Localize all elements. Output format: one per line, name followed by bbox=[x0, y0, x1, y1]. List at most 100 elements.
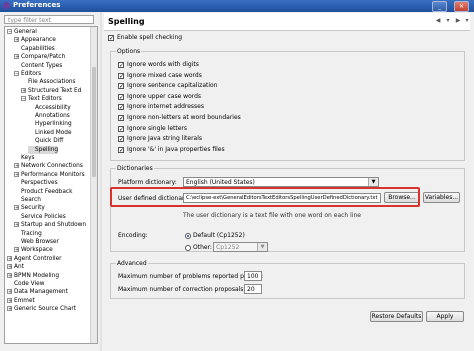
max-proposals-input[interactable]: 20 bbox=[244, 284, 262, 294]
minimize-button[interactable]: _ bbox=[432, 1, 447, 12]
tree-item[interactable]: Accessibility bbox=[28, 104, 71, 112]
tree-item-label: Generic Source Chart bbox=[14, 306, 77, 313]
tree-item[interactable]: Tracing bbox=[14, 230, 42, 238]
option-checkbox[interactable]: ✓ bbox=[118, 146, 124, 153]
tree-item-label: Agent Controller bbox=[14, 255, 62, 262]
option-checkbox[interactable]: ✓ bbox=[118, 93, 124, 100]
tree-scrollbar[interactable] bbox=[90, 27, 97, 343]
tree-item[interactable]: Keys bbox=[14, 154, 35, 162]
option-label: Ignore internet addresses bbox=[127, 103, 205, 111]
option-checkbox[interactable]: ✓ bbox=[118, 115, 124, 122]
back-arrow-icon[interactable]: ◀ bbox=[434, 17, 442, 25]
expand-icon[interactable]: + bbox=[7, 297, 12, 303]
tree-item[interactable]: + Network Connections bbox=[14, 162, 83, 170]
expand-icon[interactable]: + bbox=[14, 171, 19, 177]
tree-item[interactable]: − Editors bbox=[14, 70, 41, 78]
tree-item[interactable]: Service Policies bbox=[14, 213, 66, 221]
option-label: Ignore words with digits bbox=[127, 61, 199, 68]
tree-item[interactable]: + Appearance bbox=[14, 36, 56, 44]
max-proposals-label: Maximum number of correction proposals: bbox=[118, 286, 246, 293]
other-encoding-radio[interactable] bbox=[185, 245, 191, 251]
tree-item-label: Workspace bbox=[21, 247, 53, 254]
default-encoding-radio[interactable] bbox=[185, 233, 191, 239]
expand-icon[interactable]: + bbox=[14, 247, 19, 253]
tree-item-label: Product Feedback bbox=[21, 188, 73, 195]
tree-item[interactable]: + Workspace bbox=[14, 246, 53, 254]
splitter-sash[interactable] bbox=[100, 12, 102, 351]
tree-item[interactable]: Capabilities bbox=[14, 45, 55, 53]
max-problems-input[interactable]: 100 bbox=[244, 271, 262, 281]
encoding-label: Encoding: bbox=[118, 232, 148, 239]
collapse-icon[interactable]: − bbox=[7, 29, 12, 35]
expand-icon[interactable]: + bbox=[7, 306, 12, 312]
option-checkbox[interactable]: ✓ bbox=[118, 72, 124, 79]
expand-icon[interactable]: + bbox=[7, 289, 12, 295]
tree-item-label: Appearance bbox=[21, 37, 56, 44]
expand-icon[interactable]: + bbox=[7, 264, 12, 270]
tree-item-label: Web Browser bbox=[21, 239, 59, 245]
tree-item-label: Network Connections bbox=[21, 163, 83, 170]
tree-item[interactable]: + Security bbox=[14, 204, 45, 212]
restore-defaults-button[interactable]: Restore Defaults bbox=[370, 311, 423, 322]
expand-icon[interactable]: + bbox=[14, 163, 19, 169]
expand-icon[interactable]: + bbox=[14, 54, 19, 60]
platform-dictionary-combo[interactable]: English (United States) ▼ bbox=[183, 177, 379, 187]
expand-icon[interactable]: + bbox=[21, 87, 26, 93]
tree-item[interactable]: + Structured Text Ed bbox=[21, 87, 81, 95]
chevron-down-icon[interactable]: ▼ bbox=[368, 178, 378, 186]
tree-item[interactable]: Code View bbox=[7, 280, 44, 288]
back-menu-icon[interactable]: ▾ bbox=[444, 17, 452, 25]
option-checkbox[interactable]: ✓ bbox=[118, 104, 124, 111]
tree-item-label: General bbox=[14, 29, 37, 35]
tree-item[interactable]: + Compare/Patch bbox=[14, 53, 65, 61]
tree-item[interactable]: + Ant bbox=[7, 263, 24, 271]
tree-item[interactable]: Content Types bbox=[14, 62, 62, 70]
tree-item[interactable]: Quick Diff bbox=[28, 137, 63, 145]
collapse-icon[interactable]: − bbox=[21, 96, 26, 102]
tree-item[interactable]: Linked Mode bbox=[28, 129, 72, 137]
option-checkbox[interactable]: ✓ bbox=[118, 83, 124, 90]
tree-item[interactable]: Spelling bbox=[28, 145, 59, 154]
user-dictionary-hint: The user dictionary is a text file with … bbox=[183, 212, 361, 219]
variables-button[interactable]: Variables... bbox=[423, 192, 460, 203]
tree-item[interactable]: − Text Editors bbox=[21, 95, 62, 103]
tree-item[interactable]: Product Feedback bbox=[14, 188, 72, 196]
forward-menu-icon[interactable]: ▾ bbox=[463, 17, 471, 25]
tree-item[interactable]: + BPMN Modeling bbox=[7, 272, 59, 280]
forward-arrow-icon[interactable]: ▶ bbox=[454, 17, 462, 25]
filter-input[interactable]: type filter text bbox=[4, 15, 94, 24]
tree-item[interactable]: + Generic Source Chart bbox=[7, 305, 76, 313]
tree-item[interactable]: Hyperlinking bbox=[28, 120, 72, 128]
tree-item[interactable]: + Agent Controller bbox=[7, 255, 62, 263]
tree-item-label: Keys bbox=[21, 155, 35, 161]
tree-item-label: Search bbox=[21, 197, 41, 203]
tree-item[interactable]: Search bbox=[14, 196, 41, 204]
scrollbar-thumb[interactable] bbox=[92, 67, 96, 177]
expand-icon[interactable]: + bbox=[14, 222, 19, 228]
enable-spell-checking-checkbox[interactable]: ✓ bbox=[108, 35, 114, 42]
tree-item[interactable]: + Startup and Shutdown bbox=[14, 221, 86, 229]
collapse-icon[interactable]: − bbox=[14, 71, 19, 77]
tree-item[interactable]: + Emmet bbox=[7, 297, 35, 305]
tree-item[interactable]: File Associations bbox=[21, 78, 76, 86]
option-checkbox[interactable]: ✓ bbox=[118, 125, 124, 132]
close-button[interactable]: ✕ bbox=[454, 1, 469, 12]
expand-icon[interactable]: + bbox=[14, 37, 19, 43]
other-encoding-combo[interactable]: Cp1252 ▼ bbox=[213, 242, 268, 252]
option-checkbox[interactable]: ✓ bbox=[118, 62, 124, 69]
tree-item[interactable]: Annotations bbox=[28, 112, 70, 120]
expand-icon[interactable]: + bbox=[7, 272, 12, 278]
chevron-down-icon[interactable]: ▼ bbox=[257, 243, 267, 251]
tree-item[interactable]: Perspectives bbox=[14, 179, 58, 187]
expand-icon[interactable]: + bbox=[7, 255, 12, 261]
apply-button[interactable]: Apply bbox=[426, 311, 464, 322]
option-checkbox[interactable]: ✓ bbox=[118, 136, 124, 143]
expand-icon[interactable]: + bbox=[14, 205, 19, 211]
tree-item[interactable]: + Data Management bbox=[7, 288, 68, 296]
preferences-tree[interactable]: − General + Appearance Capabilities + Compare/… bbox=[4, 26, 98, 344]
options-group-title: Options bbox=[116, 48, 142, 55]
tree-item[interactable]: + Performance Monitors bbox=[14, 171, 85, 179]
tree-item[interactable]: − General bbox=[7, 28, 37, 36]
tree-item[interactable]: Web Browser bbox=[14, 238, 59, 246]
tree-item-label: Text Editors bbox=[28, 96, 62, 103]
